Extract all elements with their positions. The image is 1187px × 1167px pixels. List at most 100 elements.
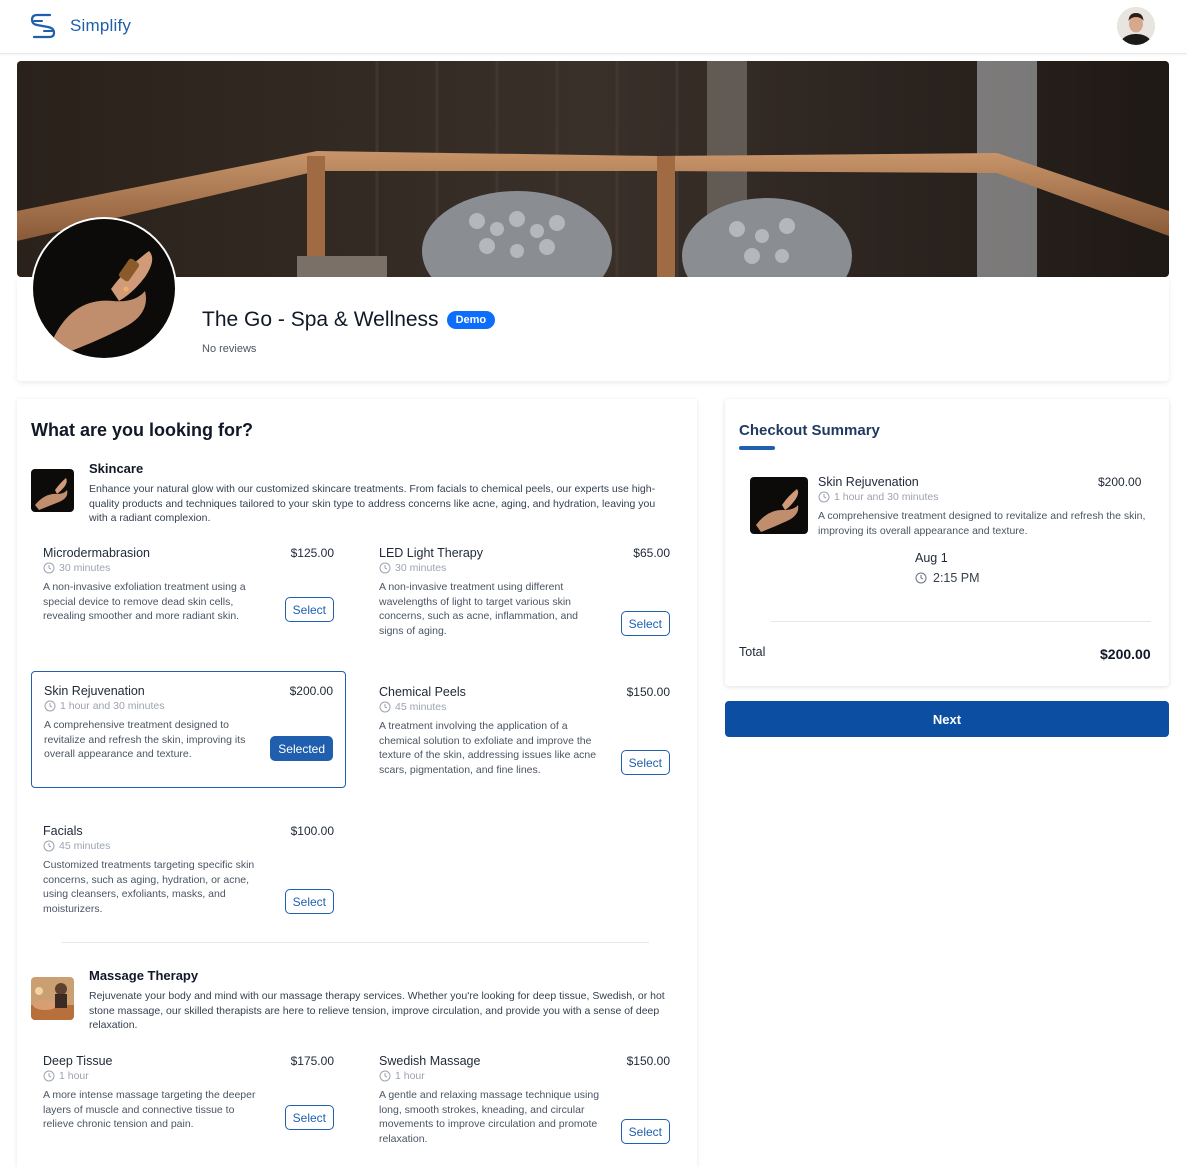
next-button[interactable]: Next (725, 701, 1169, 737)
service-duration: 1 hour (379, 1070, 425, 1082)
service-price: $150.00 (626, 1054, 670, 1068)
service-card-swedish-massage[interactable]: Swedish Massage $150.00 1 hour A gentle … (367, 1042, 682, 1162)
service-price: $125.00 (290, 546, 334, 560)
brand-name: Simplify (70, 16, 132, 35)
service-card-deep-tissue[interactable]: Deep Tissue $175.00 1 hour A more intens… (31, 1042, 346, 1152)
clock-icon (43, 840, 55, 852)
service-duration-text: 30 minutes (395, 562, 447, 574)
service-name: LED Light Therapy (379, 546, 483, 560)
select-button[interactable]: Select (620, 611, 670, 636)
total-value: $200.00 (1100, 646, 1151, 662)
checkout-title: Checkout Summary (739, 422, 880, 439)
category-divider (62, 942, 649, 943)
category-name-massage-therapy: Massage Therapy (89, 968, 199, 983)
reviews-label: No reviews (202, 343, 257, 355)
service-price: $150.00 (626, 685, 670, 699)
service-price: $175.00 (290, 1054, 334, 1068)
checkout-title-underline (739, 446, 775, 450)
demo-badge: Demo (446, 311, 496, 329)
service-card-led-light-therapy[interactable]: LED Light Therapy $65.00 30 minutes A no… (367, 534, 682, 659)
sauna-banner-image (17, 61, 1169, 277)
select-button[interactable]: Select (284, 889, 334, 914)
service-duration-text: 1 hour (59, 1070, 89, 1082)
checkout-item-duration: 1 hour and 30 minutes (818, 491, 939, 503)
appointment-time: 2:15 PM (915, 571, 980, 585)
category-name-skincare: Skincare (89, 461, 144, 476)
clock-icon (915, 572, 927, 584)
service-card-microdermabrasion[interactable]: Microdermabrasion $125.00 30 minutes A n… (31, 534, 346, 644)
serum-hands-image (33, 219, 175, 358)
skincare-thumbnail (31, 469, 74, 512)
service-name: Deep Tissue (43, 1054, 113, 1068)
service-card-chemical-peels[interactable]: Chemical Peels $150.00 45 minutes A trea… (367, 673, 682, 793)
skincare-image (31, 469, 74, 512)
checkout-divider (771, 621, 1151, 622)
massage-image (31, 977, 74, 1020)
service-description: A gentle and relaxing massage technique … (379, 1089, 600, 1145)
selected-button[interactable]: Selected (270, 736, 333, 761)
clock-icon (379, 1070, 391, 1082)
skin-rejuvenation-image (750, 477, 808, 534)
select-button[interactable]: Select (620, 1119, 670, 1144)
checkout-item-duration-text: 1 hour and 30 minutes (834, 491, 939, 503)
checkout-item-thumbnail (750, 477, 808, 534)
service-price: $100.00 (290, 824, 334, 838)
hero-banner (17, 61, 1169, 277)
service-price: $200.00 (289, 684, 333, 698)
business-name: The Go - Spa & Wellness (202, 308, 439, 331)
user-avatar[interactable] (1117, 7, 1155, 45)
checkout-item-name: Skin Rejuvenation (818, 475, 919, 489)
clock-icon (379, 562, 391, 574)
checkout-summary-panel (725, 399, 1169, 686)
section-title: What are you looking for? (31, 420, 254, 440)
checkout-item-description: A comprehensive treatment designed to re… (818, 510, 1146, 537)
clock-icon (43, 1070, 55, 1082)
service-description: A treatment involving the application of… (379, 720, 597, 776)
massage-thumbnail (31, 977, 74, 1020)
category-description-skincare: Enhance your natural glow with our custo… (89, 483, 656, 524)
business-profile-picture (31, 217, 177, 360)
business-name-row: The Go - Spa & Wellness Demo (202, 308, 496, 332)
category-description-massage-therapy: Rejuvenate your body and mind with our m… (89, 990, 665, 1031)
service-duration: 1 hour (43, 1070, 89, 1082)
service-name: Swedish Massage (379, 1054, 481, 1068)
service-duration: 1 hour and 30 minutes (44, 700, 165, 712)
service-duration-text: 45 minutes (395, 701, 447, 713)
service-price: $65.00 (633, 546, 670, 560)
service-card-skin-rejuvenation[interactable]: Skin Rejuvenation $200.00 1 hour and 30 … (31, 671, 346, 788)
service-name: Chemical Peels (379, 685, 466, 699)
top-nav: Simplify (0, 0, 1187, 54)
service-description: A comprehensive treatment designed to re… (44, 719, 246, 760)
service-name: Microdermabrasion (43, 546, 150, 560)
total-label: Total (739, 645, 766, 659)
select-button[interactable]: Select (284, 1105, 334, 1130)
user-photo-icon (1117, 7, 1155, 45)
service-name: Skin Rejuvenation (44, 684, 145, 698)
service-duration-text: 1 hour and 30 minutes (60, 700, 165, 712)
select-button[interactable]: Select (284, 597, 334, 622)
service-description: Customized treatments targeting specific… (43, 859, 255, 915)
clock-icon (818, 491, 830, 503)
service-duration-text: 30 minutes (59, 562, 111, 574)
service-duration: 45 minutes (43, 840, 110, 852)
service-duration-text: 45 minutes (59, 840, 111, 852)
service-duration: 45 minutes (379, 701, 446, 713)
service-description: A non-invasive treatment using different… (379, 581, 579, 637)
clock-icon (44, 700, 56, 712)
business-profile-card (17, 277, 1169, 381)
checkout-item-price: $200.00 (1098, 475, 1142, 489)
appointment-date: Aug 1 (915, 551, 948, 565)
service-description: A non-invasive exfoliation treatment usi… (43, 581, 246, 622)
service-duration-text: 1 hour (395, 1070, 425, 1082)
service-description: A more intense massage targeting the dee… (43, 1089, 256, 1130)
service-card-facials[interactable]: Facials $100.00 45 minutes Customized tr… (31, 812, 346, 932)
clock-icon (43, 562, 55, 574)
simplify-logo-icon (30, 13, 56, 39)
clock-icon (379, 701, 391, 713)
service-duration: 30 minutes (379, 562, 446, 574)
service-duration: 30 minutes (43, 562, 110, 574)
brand[interactable]: Simplify (28, 11, 131, 41)
service-name: Facials (43, 824, 83, 838)
select-button[interactable]: Select (620, 750, 670, 775)
appointment-time-text: 2:15 PM (933, 571, 980, 585)
